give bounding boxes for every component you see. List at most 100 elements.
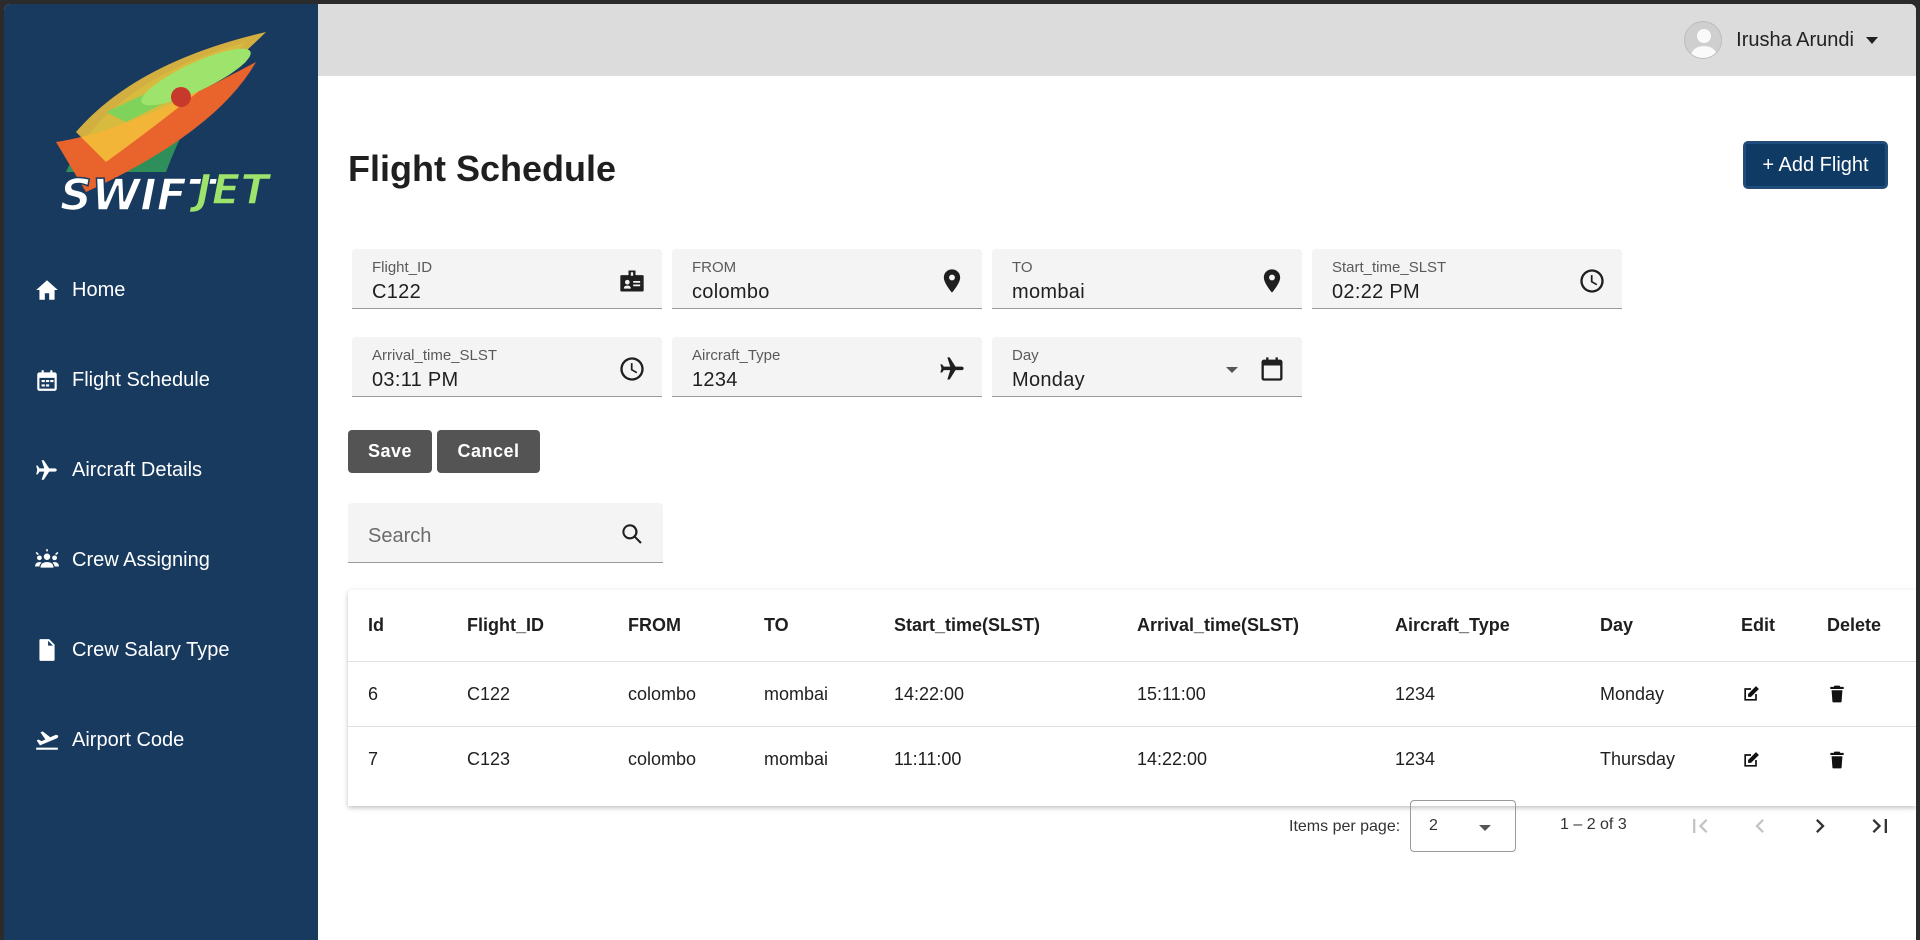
cell-id: 6 xyxy=(368,683,379,704)
sidebar-item-label: Aircraft Details xyxy=(72,458,203,481)
sidebar-item-flight-schedule[interactable]: Flight Schedule xyxy=(34,367,210,393)
search-icon xyxy=(622,524,642,544)
sidebar-item-label: Crew Salary Type xyxy=(72,638,230,661)
page-range-label: 1 – 2 of 3 xyxy=(1560,816,1627,833)
calendar-icon xyxy=(37,370,57,391)
field-label: TO xyxy=(1012,259,1033,276)
clock-icon xyxy=(620,357,644,381)
next-page-button[interactable] xyxy=(1806,812,1834,840)
delete-button[interactable] xyxy=(1827,662,1847,726)
cell-day: Thursday xyxy=(1600,749,1676,769)
page-title: Flight Schedule xyxy=(348,148,617,189)
sidebar-item-label: Airport Code xyxy=(72,728,185,751)
avatar xyxy=(1684,21,1723,59)
takeoff-icon xyxy=(36,731,59,750)
sidebar-item-airport-code[interactable]: Airport Code xyxy=(34,727,184,753)
previous-page-button[interactable] xyxy=(1746,812,1774,840)
add-flight-button[interactable]: + Add Flight xyxy=(1744,142,1887,188)
cell-arrival-time: 15:11:00 xyxy=(1137,683,1206,704)
cell-flight-id: C123 xyxy=(467,749,511,769)
field-label: Start_time_SLST xyxy=(1332,259,1447,276)
cell-start-time: 14:22:00 xyxy=(894,683,965,704)
from-field[interactable]: FROM colombo xyxy=(672,249,982,309)
cell-to: mombai xyxy=(764,683,829,704)
page-size-value: 2 xyxy=(1429,817,1438,834)
field-value: C122 xyxy=(372,281,422,303)
search-input[interactable]: Search xyxy=(348,503,663,563)
user-name: Irusha Arundi xyxy=(1736,28,1854,51)
cell-flight-id: C122 xyxy=(467,683,511,704)
chevron-right-icon xyxy=(1816,819,1825,833)
column-header: Flight_ID xyxy=(467,615,544,635)
cell-id: 7 xyxy=(368,749,379,769)
delete-button[interactable] xyxy=(1827,727,1847,792)
first-page-button[interactable] xyxy=(1686,812,1714,840)
location-pin-icon xyxy=(1263,269,1281,293)
calendar-icon[interactable] xyxy=(1258,355,1286,383)
location-pin-icon xyxy=(943,269,961,293)
document-icon xyxy=(39,639,55,661)
edit-button[interactable] xyxy=(1741,662,1761,726)
paginator: Items per page: 2 1 – 2 of 3 xyxy=(1254,800,1916,854)
column-header: Start_time(SLST) xyxy=(894,615,1041,635)
sidebar-item-label: Home xyxy=(72,278,126,301)
trash-icon xyxy=(1830,751,1844,768)
column-header: Day xyxy=(1600,615,1634,635)
app-window: SWIFT JET Home Flight Schedule Aircraft … xyxy=(4,4,1916,940)
search-placeholder: Search xyxy=(368,525,432,547)
chevron-left-icon xyxy=(1755,819,1764,833)
cancel-button[interactable]: Cancel xyxy=(437,430,540,473)
edit-icon xyxy=(1744,751,1759,767)
start-time-field[interactable]: Start_time_SLST 02:22 PM xyxy=(1312,249,1622,309)
plane-icon xyxy=(36,460,57,480)
field-label: Arrival_time_SLST xyxy=(372,347,498,364)
field-label: Flight_ID xyxy=(372,259,433,276)
day-select[interactable]: Day Monday xyxy=(992,337,1302,397)
cell-start-time: 11:11:00 xyxy=(894,749,962,769)
arrival-time-field[interactable]: Arrival_time_SLST 03:11 PM xyxy=(352,337,662,397)
edit-icon xyxy=(1744,686,1759,701)
table-header: Id Flight_ID FROM TO Start_time(SLST) Ar… xyxy=(348,590,1916,662)
cell-from: colombo xyxy=(628,683,697,704)
user-menu[interactable]: Irusha Arundi xyxy=(1684,21,1878,59)
field-value: mombai xyxy=(1012,281,1085,303)
sidebar-item-crew-assigning[interactable]: Crew Assigning xyxy=(34,547,210,573)
chevron-down-icon xyxy=(1866,36,1878,44)
aircraft-type-field[interactable]: Aircraft_Type 1234 xyxy=(672,337,982,397)
column-header: Arrival_time(SLST) xyxy=(1137,615,1300,635)
table-row: 7 C123 colombo mombai 11:11:00 14:22:00 … xyxy=(348,727,1916,792)
sidebar-item-home[interactable]: Home xyxy=(34,277,125,303)
to-field[interactable]: TO mombai xyxy=(992,249,1302,309)
cell-arrival-time: 14:22:00 xyxy=(1137,749,1208,769)
home-icon xyxy=(36,280,58,300)
sidebar-item-label: Flight Schedule xyxy=(72,368,210,391)
first-page-icon xyxy=(1693,819,1708,833)
flight-table: Id Flight_ID FROM TO Start_time(SLST) Ar… xyxy=(348,590,1916,806)
column-header: Id xyxy=(368,615,384,635)
top-bar: Irusha Arundi xyxy=(318,4,1916,76)
field-label: Aircraft_Type xyxy=(692,347,781,364)
cell-aircraft-type: 1234 xyxy=(1395,683,1436,704)
dropdown-arrow-icon xyxy=(1479,825,1491,831)
cell-day: Monday xyxy=(1600,683,1665,704)
page-size-select[interactable]: 2 xyxy=(1410,800,1516,852)
edit-button[interactable] xyxy=(1741,727,1761,792)
people-icon xyxy=(35,549,59,568)
last-page-button[interactable] xyxy=(1866,812,1894,840)
dropdown-arrow-icon xyxy=(1226,367,1238,373)
sidebar-item-crew-salary-type[interactable]: Crew Salary Type xyxy=(34,637,229,663)
table-row: 6 C122 colombo mombai 14:22:00 15:11:00 … xyxy=(348,662,1916,727)
clock-icon xyxy=(1580,269,1604,293)
field-label: FROM xyxy=(692,259,737,276)
trash-icon xyxy=(1830,685,1844,703)
sidebar-item-aircraft-details[interactable]: Aircraft Details xyxy=(34,457,202,483)
flight-id-field[interactable]: Flight_ID C122 xyxy=(352,249,662,309)
column-header: Edit xyxy=(1741,615,1775,635)
column-header: FROM xyxy=(628,615,681,635)
cell-from: colombo xyxy=(628,749,697,769)
field-value: colombo xyxy=(692,281,770,303)
last-page-icon xyxy=(1872,819,1887,833)
id-badge-icon xyxy=(620,270,644,292)
field-value: 1234 xyxy=(692,369,738,391)
save-button[interactable]: Save xyxy=(348,430,432,473)
